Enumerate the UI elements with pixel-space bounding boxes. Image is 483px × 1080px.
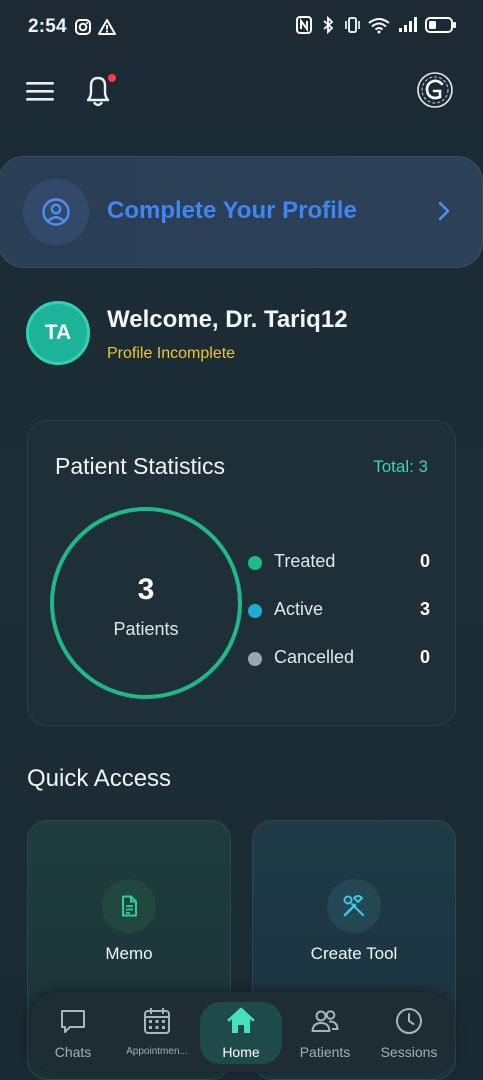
- nav-item-chats[interactable]: Chats: [32, 1002, 114, 1064]
- patients-ring: 3 Patients: [50, 507, 242, 699]
- create-tool-label: Create Tool: [310, 944, 398, 963]
- legend-item-active: Active 3: [246, 597, 430, 625]
- nav-label: Sessions: [380, 1044, 438, 1060]
- quick-access-title: Quick Access: [27, 765, 172, 792]
- active-dot: [248, 604, 262, 618]
- bottom-navigation: Chats Appointmen... Home Patients Sessio…: [28, 992, 455, 1072]
- legend-value: 0: [419, 647, 430, 667]
- clock-icon: [396, 1008, 422, 1034]
- welcome-title: Welcome, Dr. Tariq12: [107, 306, 348, 333]
- legend-item-treated: Treated 0: [246, 549, 430, 577]
- nav-label: Appointmen...: [126, 1046, 188, 1057]
- hamburger-menu-icon[interactable]: [24, 78, 56, 104]
- warning-icon: [98, 19, 116, 35]
- bluetooth-icon: [323, 16, 334, 34]
- vibrate-icon: [345, 17, 360, 33]
- app-logo-icon[interactable]: [415, 70, 455, 110]
- battery-icon: [425, 17, 456, 33]
- users-icon: [311, 1010, 339, 1032]
- app-header: [0, 66, 483, 118]
- status-time: 2:54: [28, 16, 67, 37]
- wifi-icon: [368, 18, 390, 34]
- calendar-icon: [144, 1008, 170, 1034]
- legend-label: Cancelled: [274, 647, 355, 667]
- profile-status-label: Profile Incomplete: [107, 345, 236, 362]
- nav-item-appointments[interactable]: Appointmen...: [116, 1002, 198, 1064]
- memo-label: Memo: [105, 944, 153, 963]
- ring-label: Patients: [113, 619, 179, 639]
- banner-title: Complete Your Profile: [107, 197, 357, 224]
- legend-value: 0: [419, 551, 430, 571]
- notification-button[interactable]: [80, 70, 120, 110]
- nav-label: Chats: [54, 1044, 92, 1060]
- nav-label: Home: [222, 1044, 260, 1060]
- banner-icon-container: [23, 179, 89, 245]
- cancelled-dot: [248, 652, 262, 666]
- home-icon: [227, 1007, 255, 1033]
- chevron-right-icon: [438, 201, 450, 221]
- nfc-icon: [296, 16, 312, 34]
- complete-profile-banner[interactable]: Complete Your Profile: [0, 156, 483, 268]
- legend-value: 3: [419, 599, 430, 619]
- tools-icon: [343, 895, 365, 917]
- nav-item-patients[interactable]: Patients: [284, 1002, 366, 1064]
- signal-icon: [399, 17, 417, 32]
- stats-title: Patient Statistics: [55, 453, 226, 479]
- patient-statistics-card: Patient Statistics Total: 3 3 Patients T…: [27, 420, 456, 726]
- avatar[interactable]: TA: [26, 301, 90, 365]
- legend-label: Active: [274, 599, 324, 619]
- legend-label: Treated: [274, 551, 336, 571]
- instagram-icon: [75, 19, 91, 35]
- nav-item-sessions[interactable]: Sessions: [368, 1002, 450, 1064]
- create-tool-icon-container: [327, 879, 381, 933]
- status-bar: 2:54: [0, 0, 483, 56]
- user-circle-icon: [42, 198, 70, 226]
- notification-badge: [106, 72, 118, 84]
- memo-icon-container: [102, 879, 156, 933]
- legend-item-cancelled: Cancelled 0: [246, 645, 430, 673]
- chat-icon: [61, 1010, 85, 1033]
- nav-item-home[interactable]: Home: [200, 1002, 282, 1064]
- document-icon: [122, 895, 137, 917]
- stats-total: Total: 3: [373, 457, 428, 476]
- nav-label: Patients: [299, 1044, 351, 1060]
- treated-dot: [248, 556, 262, 570]
- ring-value: 3: [137, 573, 155, 606]
